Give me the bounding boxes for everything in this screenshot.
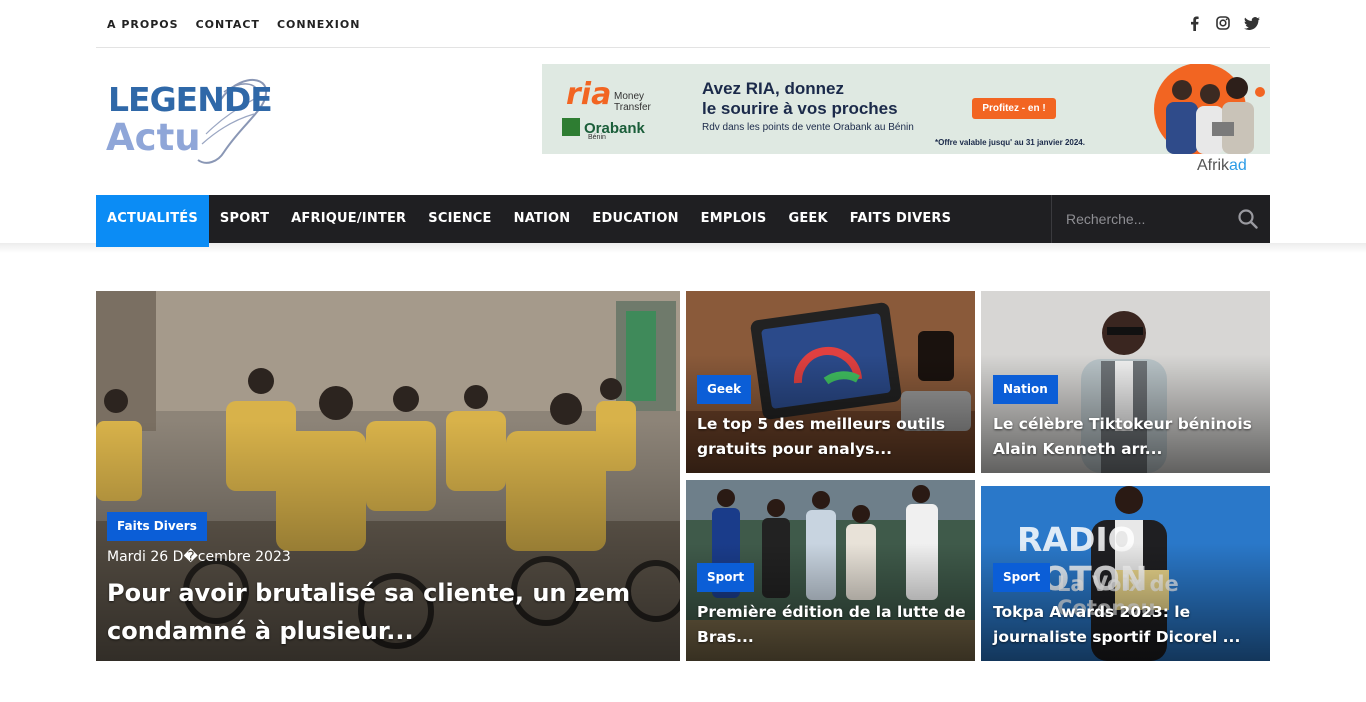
- ad-people-photo: [1154, 64, 1265, 154]
- article-title[interactable]: Première édition de la lutte de Bras...: [697, 600, 969, 650]
- article-card[interactable]: Nation Le célèbre Tiktokeur béninois Ala…: [981, 291, 1270, 473]
- search-input[interactable]: [1066, 210, 1226, 228]
- article-title[interactable]: Tokpa Awards 2023: le journaliste sporti…: [993, 600, 1265, 650]
- ad-brand: ria: [566, 77, 612, 112]
- contact-link[interactable]: CONTACT: [196, 18, 260, 31]
- logo-text-legende: LEGENDE: [108, 80, 273, 119]
- nav-item-education[interactable]: EDUCATION: [581, 195, 689, 243]
- featured-date: Mardi 26 D�cembre 2023: [107, 549, 291, 565]
- nav-item-emplois[interactable]: EMPLOIS: [690, 195, 778, 243]
- nav-item-science[interactable]: SCIENCE: [417, 195, 502, 243]
- ad-headline: Avez RIA, donnez le sourire à vos proche…: [702, 79, 898, 118]
- nav-item-sport[interactable]: SPORT: [209, 195, 280, 243]
- ad-network-label[interactable]: Afrikad: [1197, 157, 1247, 175]
- about-link[interactable]: A PROPOS: [107, 18, 179, 31]
- login-link[interactable]: CONNEXION: [277, 18, 360, 31]
- ad-cta-button[interactable]: Profitez - en !: [972, 98, 1056, 119]
- top-links: A PROPOS CONTACT CONNEXION: [107, 18, 360, 31]
- ad-offer: *Offre valable jusqu' au 31 janvier 2024…: [935, 138, 1085, 147]
- instagram-icon[interactable]: [1215, 14, 1231, 32]
- featured-article[interactable]: Faits Divers Mardi 26 D�cembre 2023 Pour…: [96, 291, 680, 661]
- article-card[interactable]: Geek Le top 5 des meilleurs outils gratu…: [686, 291, 975, 473]
- article-card[interactable]: Sport Première édition de la lutte de Br…: [686, 480, 975, 661]
- category-badge[interactable]: Nation: [993, 375, 1058, 404]
- article-title[interactable]: Le top 5 des meilleurs outils gratuits p…: [697, 412, 967, 462]
- ad-banner[interactable]: ria Money Transfer Orabank Bénin Avez RI…: [542, 64, 1270, 154]
- ad-subline: Rdv dans les points de vente Orabank au …: [702, 122, 914, 133]
- site-logo[interactable]: LEGENDE Actu: [106, 74, 273, 168]
- social-links: [1186, 14, 1260, 32]
- category-badge[interactable]: Geek: [697, 375, 752, 404]
- twitter-icon[interactable]: [1244, 14, 1260, 32]
- nav-item-geek[interactable]: GEEK: [777, 195, 838, 243]
- featured-category-badge[interactable]: Faits Divers: [107, 512, 207, 541]
- nav-item-afrique-inter[interactable]: AFRIQUE/INTER: [280, 195, 417, 243]
- top-bar: A PROPOS CONTACT CONNEXION: [96, 0, 1270, 48]
- nav-item-nation[interactable]: NATION: [503, 195, 582, 243]
- orabank-logo-icon: [562, 118, 580, 136]
- category-badge[interactable]: Sport: [993, 563, 1051, 592]
- facebook-icon[interactable]: [1186, 14, 1202, 32]
- article-title[interactable]: Le célèbre Tiktokeur béninois Alain Kenn…: [993, 412, 1263, 462]
- ad-partner-sub: Bénin: [588, 134, 606, 141]
- category-badge[interactable]: Sport: [697, 563, 755, 592]
- main-nav: ACTUALITÉS SPORT AFRIQUE/INTER SCIENCE N…: [96, 195, 1270, 247]
- logo-text-actu: Actu: [106, 116, 201, 159]
- ad-brand-sub: Money Transfer: [614, 91, 651, 113]
- search-box: [1051, 195, 1270, 243]
- search-icon[interactable]: [1238, 209, 1258, 229]
- article-card[interactable]: RADIO COTON La Voix de Cotonou Sport Tok…: [981, 480, 1270, 661]
- featured-title[interactable]: Pour avoir brutalisé sa cliente, un zem …: [107, 574, 647, 650]
- nav-item-faits-divers[interactable]: FAITS DIVERS: [839, 195, 962, 243]
- nav-item-actualites[interactable]: ACTUALITÉS: [96, 195, 209, 247]
